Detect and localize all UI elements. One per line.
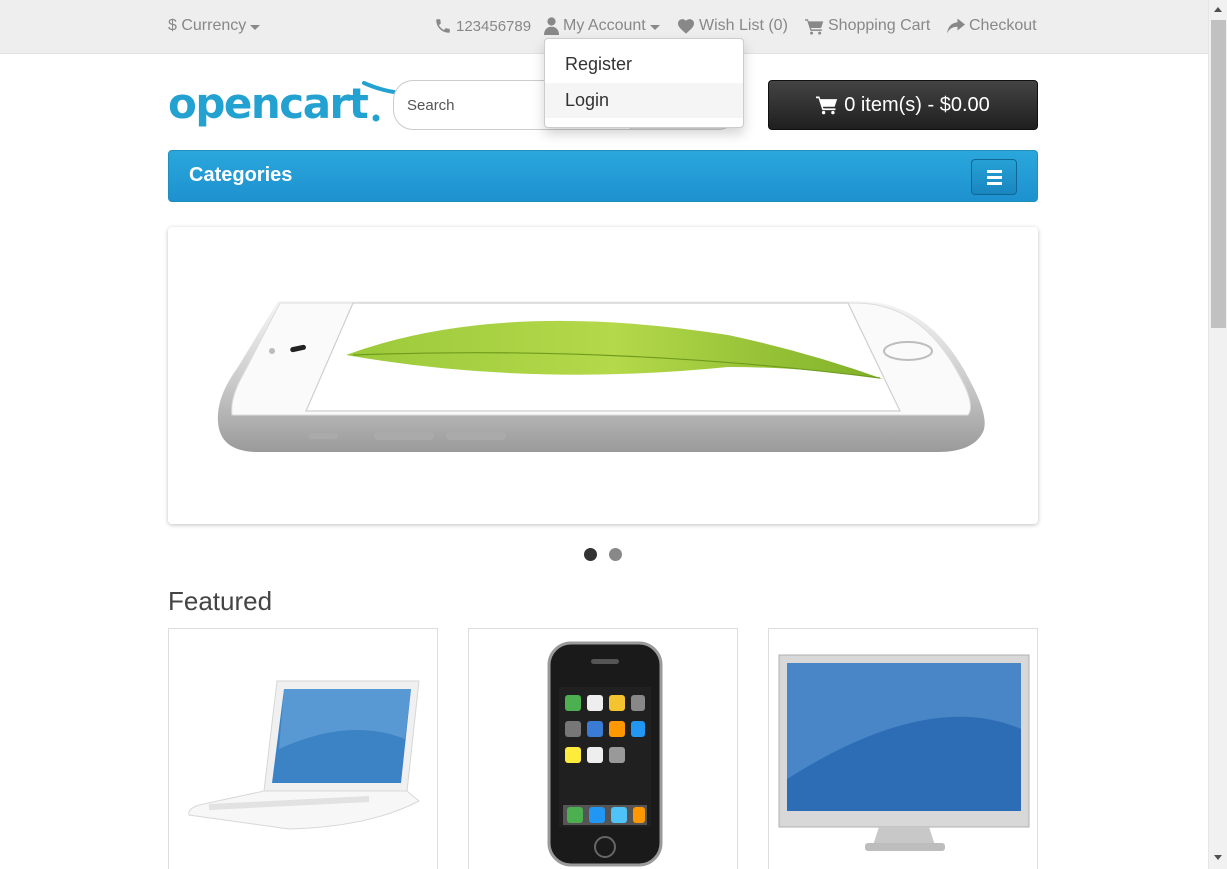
login-menu-item[interactable]: Login (545, 83, 743, 118)
product-card-3[interactable] (768, 628, 1038, 869)
my-account-label: My Account (563, 17, 646, 34)
category-menu-bar: Categories (168, 150, 1038, 202)
phone-number: 123456789 (456, 17, 532, 35)
iphone-banner-image (217, 301, 985, 452)
scrollbar-thumb[interactable] (1211, 20, 1226, 328)
scroll-up-icon[interactable] (1214, 7, 1222, 12)
account-dropdown-menu: Register Login (544, 38, 744, 128)
product-card-1[interactable] (168, 628, 438, 869)
cart-total: 0 item(s) - $0.00 (844, 93, 990, 116)
cinema-display-image (778, 654, 1030, 851)
wish-list-label: Wish List (0) (699, 17, 788, 34)
currency-label: $ Currency (168, 17, 247, 34)
slide-dot-1[interactable] (584, 548, 597, 561)
macbook-image (188, 680, 420, 830)
shopping-cart-label: Shopping Cart (828, 17, 931, 34)
chevron-down-icon (649, 24, 660, 30)
shopping-cart-icon (816, 96, 838, 115)
cart-button[interactable]: 0 item(s) - $0.00 (768, 80, 1038, 130)
currency-dropdown[interactable]: $ Currency (168, 15, 261, 37)
shopping-cart-icon (805, 18, 824, 35)
checkout-label: Checkout (969, 17, 1037, 34)
menu-toggle-button[interactable] (971, 159, 1017, 195)
phone-icon (436, 19, 450, 33)
logo-graphic: opencart (168, 79, 396, 128)
page-scrollbar[interactable] (1208, 0, 1227, 869)
phone-link[interactable]: 123456789 (434, 15, 531, 37)
share-arrow-icon (947, 18, 965, 34)
hamburger-icon (986, 169, 1002, 173)
register-menu-item[interactable]: Register (545, 47, 743, 82)
heart-icon (678, 19, 694, 34)
logo-text: opencart (168, 80, 369, 128)
checkout-link[interactable]: Checkout (947, 15, 1037, 37)
user-icon (544, 17, 559, 35)
chevron-down-icon (250, 24, 261, 30)
scroll-down-icon[interactable] (1214, 855, 1222, 860)
product-card-2[interactable] (468, 628, 738, 869)
wish-list-link[interactable]: Wish List (0) (677, 15, 788, 37)
slideshow[interactable] (168, 227, 1038, 524)
categories-title: Categories (189, 164, 293, 186)
shopping-cart-link[interactable]: Shopping Cart (805, 15, 930, 37)
opencart-logo[interactable]: opencart (168, 79, 398, 130)
iphone-image (547, 641, 663, 867)
slide-dot-2[interactable] (609, 548, 622, 561)
featured-heading: Featured (168, 586, 273, 616)
my-account-dropdown[interactable]: My Account (544, 15, 660, 37)
